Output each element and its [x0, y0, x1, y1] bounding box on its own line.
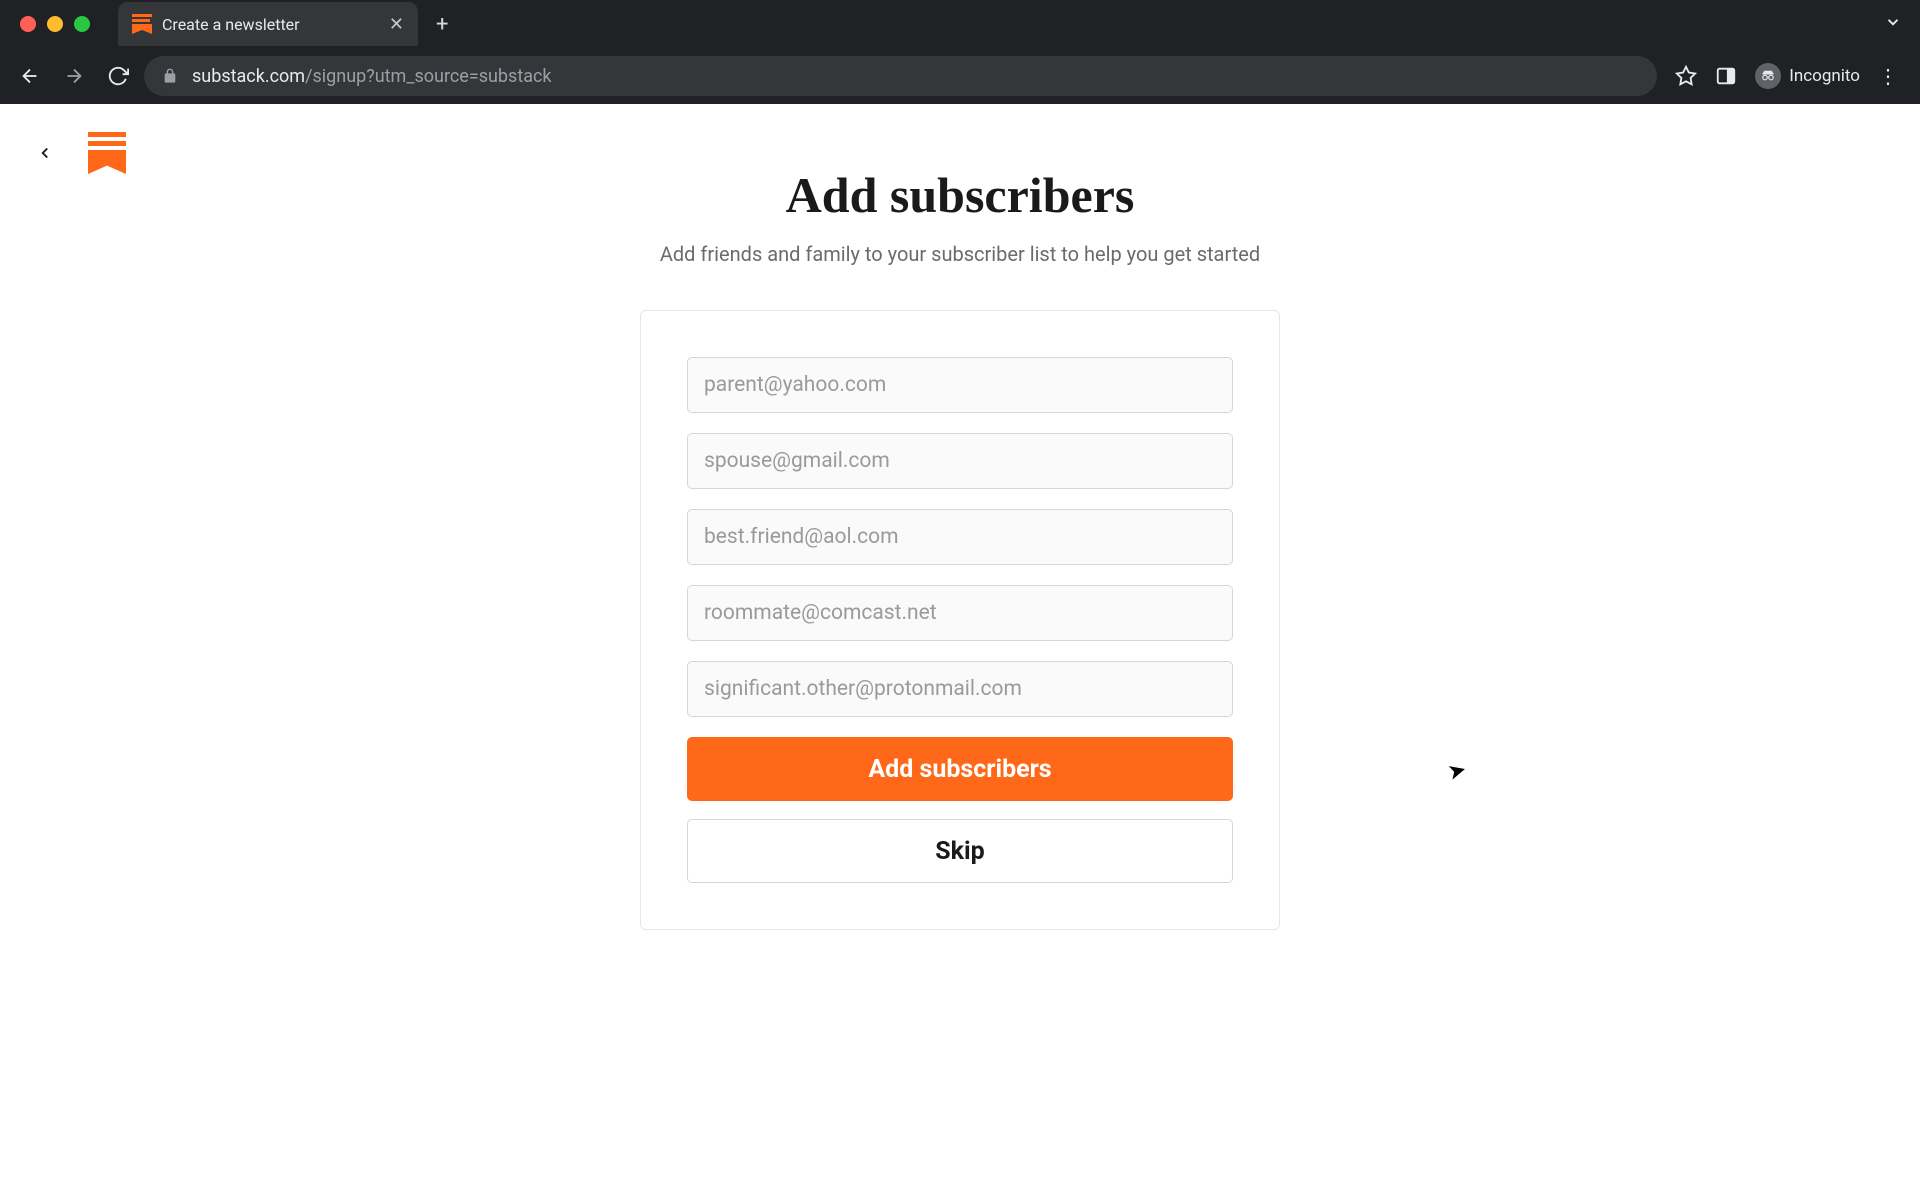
tabs-dropdown-icon[interactable] [1884, 13, 1902, 35]
email-input-2[interactable] [687, 433, 1233, 489]
page-title: Add subscribers [640, 166, 1280, 224]
page-content: Add subscribers Add friends and family t… [0, 104, 1920, 1200]
url-text: substack.com/signup?utm_source=substack [192, 66, 552, 87]
window-controls [12, 16, 98, 32]
tab-close-icon[interactable]: ✕ [389, 14, 404, 35]
tab-bar: Create a newsletter ✕ + [0, 0, 1920, 48]
email-input-3[interactable] [687, 509, 1233, 565]
new-tab-button[interactable]: + [436, 12, 448, 37]
subscriber-form-card: Add subscribers Skip [640, 310, 1280, 930]
back-button[interactable] [30, 138, 60, 168]
nav-back-button[interactable] [12, 58, 48, 94]
browser-menu-icon[interactable]: ⋮ [1878, 64, 1898, 88]
browser-tab[interactable]: Create a newsletter ✕ [118, 2, 418, 46]
window-maximize-button[interactable] [74, 16, 90, 32]
incognito-icon [1755, 63, 1781, 89]
email-input-5[interactable] [687, 661, 1233, 717]
nav-forward-button[interactable] [56, 58, 92, 94]
skip-button[interactable]: Skip [687, 819, 1233, 883]
email-input-1[interactable] [687, 357, 1233, 413]
page-header [30, 132, 126, 174]
browser-chrome: Create a newsletter ✕ + substack.com/sig… [0, 0, 1920, 104]
nav-reload-button[interactable] [100, 58, 136, 94]
lock-icon [162, 68, 178, 84]
url-field[interactable]: substack.com/signup?utm_source=substack [144, 56, 1657, 96]
window-minimize-button[interactable] [47, 16, 63, 32]
side-panel-icon[interactable] [1715, 65, 1737, 87]
page-subtitle: Add friends and family to your subscribe… [640, 242, 1280, 266]
add-subscribers-button[interactable]: Add subscribers [687, 737, 1233, 801]
substack-logo[interactable] [88, 132, 126, 174]
incognito-label: Incognito [1789, 66, 1860, 86]
window-close-button[interactable] [20, 16, 36, 32]
email-input-4[interactable] [687, 585, 1233, 641]
bookmark-star-icon[interactable] [1675, 65, 1697, 87]
address-bar: substack.com/signup?utm_source=substack … [0, 48, 1920, 104]
main-content: Add subscribers Add friends and family t… [640, 104, 1280, 930]
substack-favicon [132, 14, 152, 34]
incognito-indicator[interactable]: Incognito [1755, 63, 1860, 89]
mouse-cursor: ➤ [1445, 757, 1469, 786]
toolbar-right: Incognito ⋮ [1665, 63, 1908, 89]
tab-title: Create a newsletter [162, 15, 379, 34]
